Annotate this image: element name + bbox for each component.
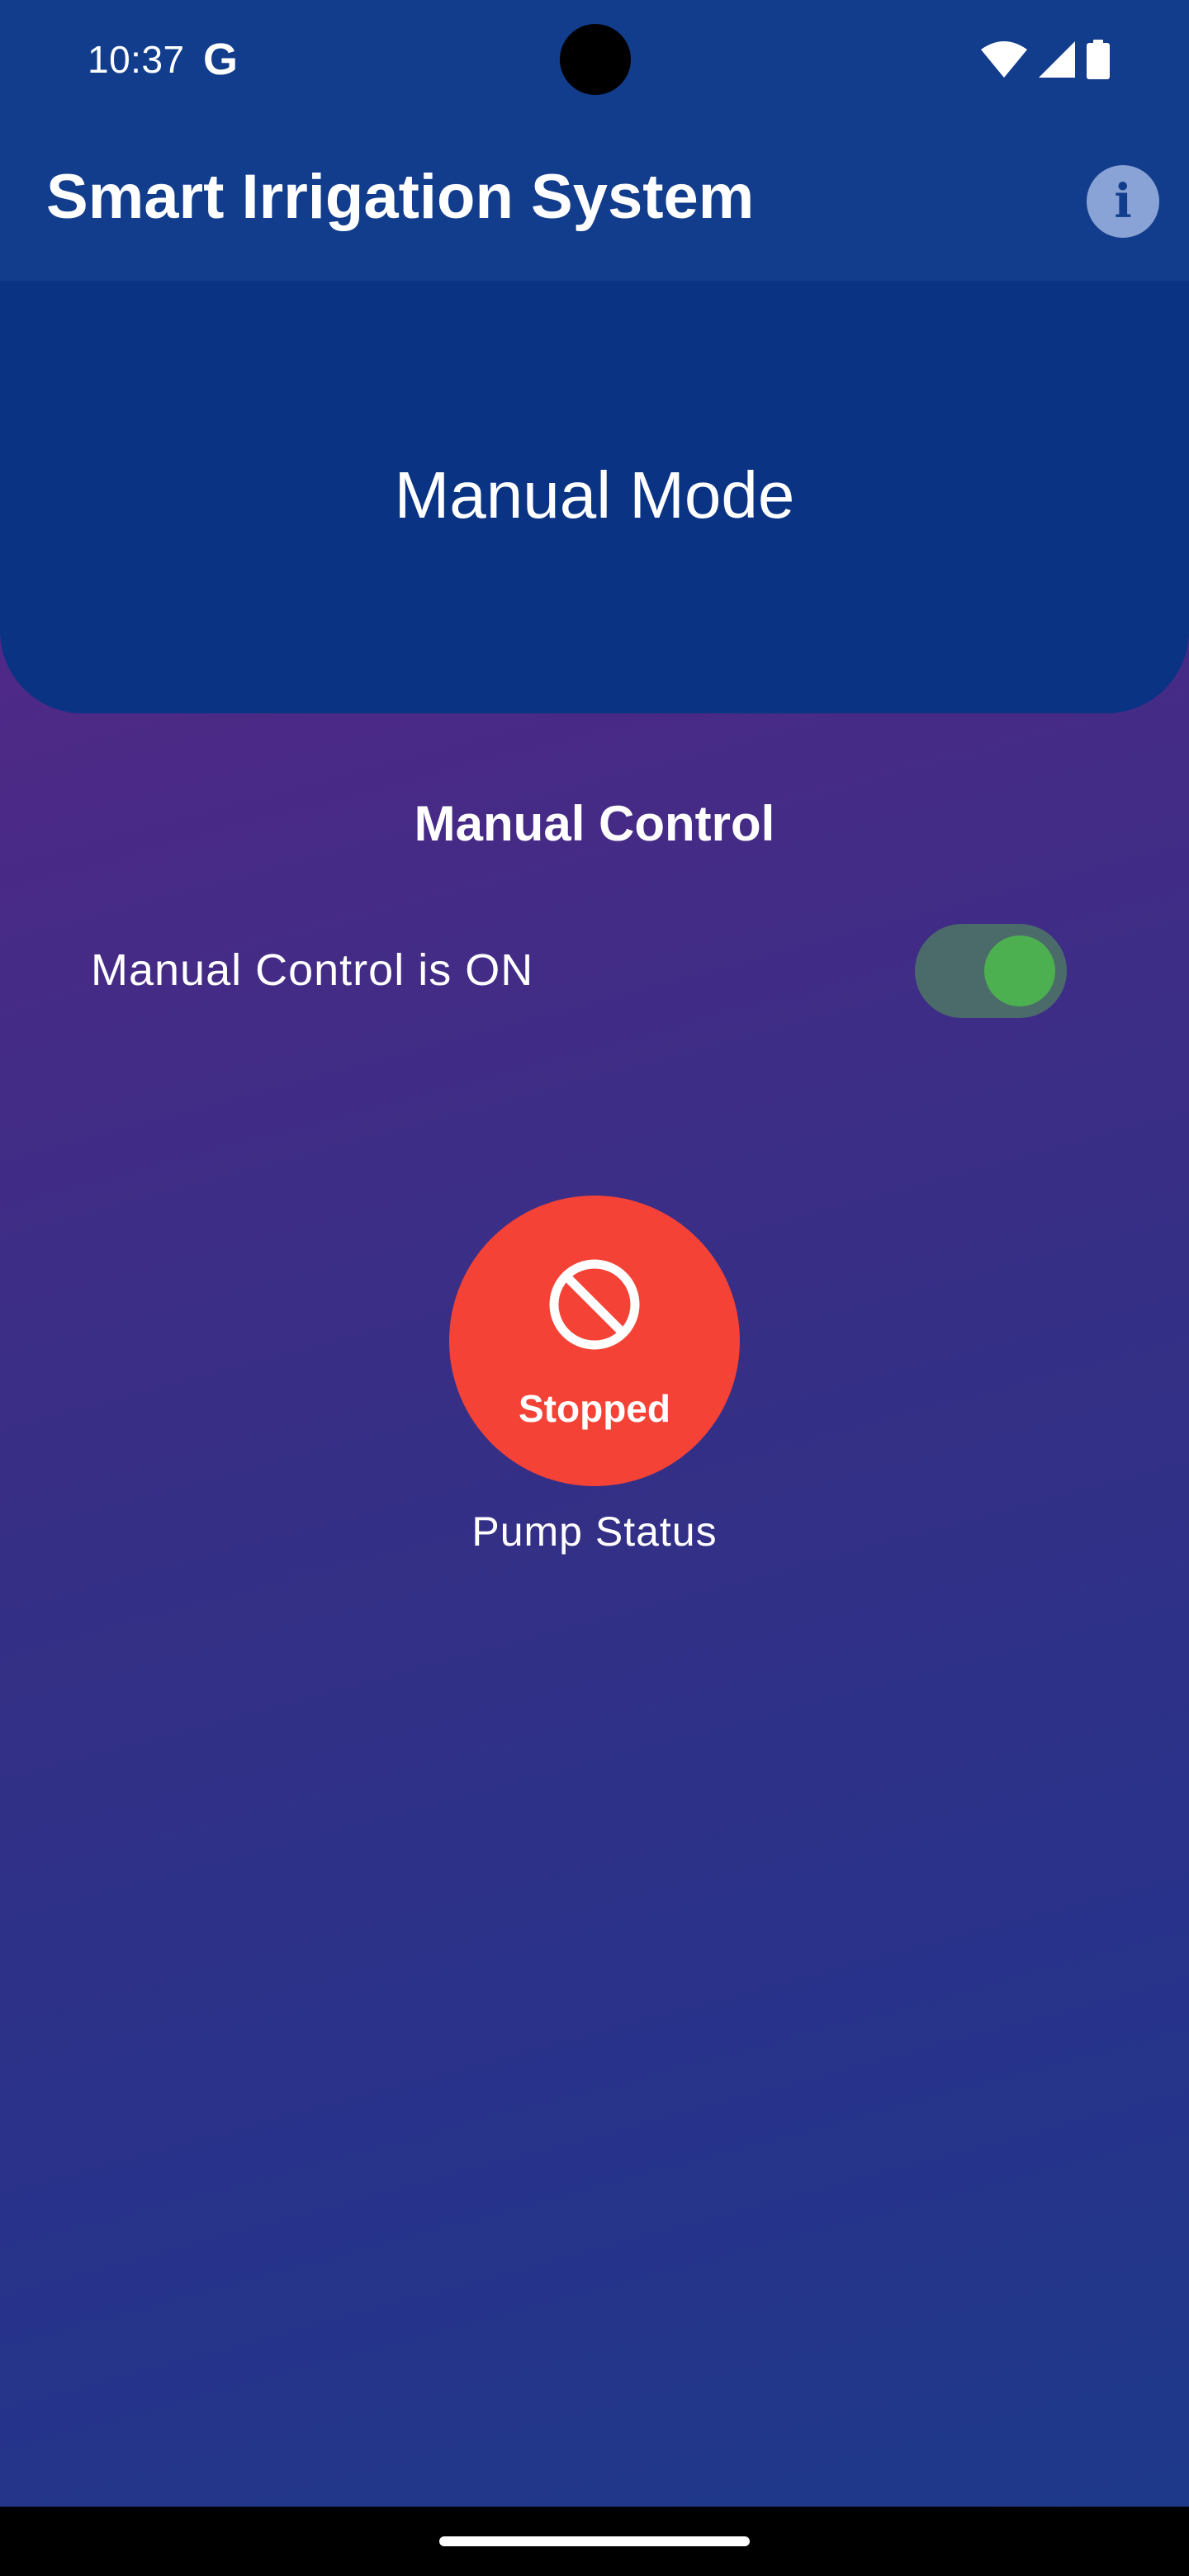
signal-icon — [1039, 41, 1075, 78]
app-bar: Smart Irrigation System i — [0, 140, 1189, 264]
google-icon: G — [203, 35, 239, 84]
status-time: 10:37 — [88, 38, 185, 81]
app-screen: 10:37 G Smart Irrigation System i Manual… — [0, 0, 1189, 2576]
home-handle[interactable] — [439, 2536, 750, 2546]
manual-control-label: Manual Control is ON — [91, 945, 534, 995]
pump-state-label: Stopped — [519, 1387, 670, 1430]
battery-icon — [1087, 40, 1110, 79]
pump-status-caption: Pump Status — [471, 1508, 718, 1555]
mode-card: Manual Mode — [0, 281, 1189, 713]
info-icon: i — [1114, 174, 1132, 229]
block-icon — [549, 1259, 640, 1350]
info-button[interactable]: i — [1087, 165, 1159, 238]
mode-title: Manual Mode — [394, 458, 795, 532]
toggle-knob — [984, 935, 1055, 1006]
status-icons — [981, 38, 1110, 81]
pump-status-button[interactable]: Stopped — [449, 1196, 740, 1486]
manual-control-title: Manual Control — [414, 796, 775, 851]
app-title: Smart Irrigation System — [46, 162, 755, 232]
navigation-bar — [0, 2507, 1189, 2576]
manual-control-toggle[interactable] — [915, 924, 1067, 1018]
camera-cutout — [560, 24, 631, 95]
top-bar: 10:37 G Smart Irrigation System i — [0, 0, 1189, 281]
status-bar: 10:37 G — [0, 0, 1189, 116]
manual-control-row: Manual Control is ON — [91, 916, 1067, 1024]
wifi-icon — [981, 41, 1027, 78]
